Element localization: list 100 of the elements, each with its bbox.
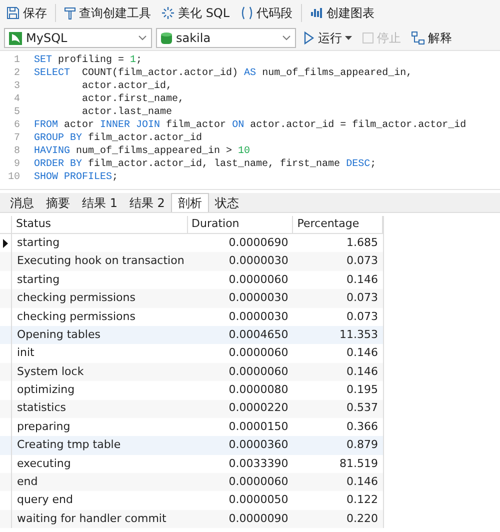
table-cell-text: System lock bbox=[16, 364, 85, 380]
table-cell-text: 0.146 bbox=[346, 272, 379, 288]
line-number: 4 bbox=[12, 93, 21, 106]
line-number: 6 bbox=[12, 119, 21, 132]
table-row[interactable]: waiting for handler commit 0.0000090 0.220 bbox=[0, 510, 383, 528]
table-row[interactable]: Opening tables 0.0004650 11.353 bbox=[0, 326, 383, 344]
table-cell-text: 0.220 bbox=[346, 510, 379, 527]
table-row[interactable]: System lock 0.0000060 0.146 bbox=[0, 362, 383, 382]
table-cell-text: 0.073 bbox=[346, 290, 379, 306]
code-line: actor.first_name, bbox=[81, 93, 184, 106]
table-cell-text: optimizing bbox=[16, 382, 76, 398]
column-header[interactable]: Status bbox=[12, 216, 188, 233]
table-cell-text: 0.195 bbox=[346, 382, 379, 398]
toolbar-button[interactable]: 代码段 bbox=[238, 2, 295, 24]
line-number: 7 bbox=[12, 132, 21, 145]
database-dropdown[interactable]: sakila bbox=[156, 28, 296, 48]
table-cell-text: end bbox=[16, 474, 39, 490]
code-line: actor.actor_id, bbox=[81, 80, 172, 93]
toolbar-button[interactable]: 创建图表 bbox=[308, 2, 377, 24]
code-line: actor.last_name bbox=[81, 106, 172, 119]
action-button[interactable]: 运行 bbox=[300, 28, 355, 48]
table-cell-text: 0.0000150 bbox=[228, 418, 290, 435]
save-icon bbox=[6, 6, 20, 20]
hammer-icon bbox=[64, 6, 76, 20]
table-cell-text: 0.0000090 bbox=[228, 510, 290, 527]
play-icon bbox=[303, 31, 315, 45]
code-line: FROM actor INNER JOIN film_actor ON actor.actor_id = film_actor.actor_id bbox=[34, 119, 466, 132]
table-cell-text: 0.0000030 bbox=[228, 308, 290, 324]
bar-chart-icon bbox=[310, 6, 324, 20]
table-cell-text: 0.146 bbox=[346, 474, 379, 490]
connection-value: MySQL bbox=[26, 30, 68, 47]
table-cell-text: 0.0004650 bbox=[228, 326, 290, 343]
table-cell-text: 0.073 bbox=[346, 253, 379, 270]
toolbar-button[interactable]: 查询创建工具 bbox=[62, 2, 153, 24]
database-value: sakila bbox=[176, 30, 212, 47]
column-header[interactable]: Duration bbox=[188, 216, 294, 233]
code-line: SHOW PROFILES; bbox=[34, 171, 118, 184]
code-editor[interactable] bbox=[0, 50, 500, 190]
table-cell-text: 0.073 bbox=[346, 308, 379, 324]
table-cell-text: 0.0033390 bbox=[228, 456, 290, 472]
table-cell-text: 0.0000690 bbox=[228, 234, 290, 251]
table-cell-text: preparing bbox=[16, 418, 72, 435]
table-cell-text: 0.146 bbox=[346, 364, 379, 380]
code-line: SELECT COUNT(film_actor.actor_id) AS num_of_films_appeared_in, bbox=[34, 67, 412, 80]
table-cell-text: 0.0000050 bbox=[228, 492, 290, 508]
table-cell-text: 0.0000360 bbox=[228, 437, 290, 454]
action-button[interactable]: 解释 bbox=[408, 28, 455, 48]
line-number: 1 bbox=[12, 54, 21, 67]
table-cell-text: checking permissions bbox=[16, 308, 136, 324]
table-cell-text: 0.122 bbox=[346, 492, 379, 508]
line-number: 8 bbox=[12, 145, 21, 158]
chevron-down-icon bbox=[282, 35, 291, 41]
dolphin-icon bbox=[9, 32, 22, 44]
table-row[interactable]: checking permissions 0.0000030 0.073 bbox=[0, 308, 383, 326]
table-cell-text: 0.366 bbox=[346, 418, 379, 435]
code-line: GROUP BY film_actor.actor_id bbox=[34, 132, 202, 145]
table-cell-text: 0.0000030 bbox=[228, 290, 290, 306]
table-row[interactable]: preparing 0.0000150 0.366 bbox=[0, 418, 383, 436]
table-cell-text: 1.685 bbox=[346, 234, 379, 251]
table-row[interactable]: executing 0.0033390 81.519 bbox=[0, 454, 383, 474]
stop-icon bbox=[362, 32, 374, 44]
table-cell-text: 0.0000080 bbox=[228, 382, 290, 398]
table-row[interactable]: starting 0.0000690 1.685 bbox=[0, 234, 383, 252]
table-cell-text: 0.0000060 bbox=[228, 474, 290, 490]
table-cell-text: init bbox=[16, 345, 36, 362]
database-icon bbox=[161, 32, 172, 44]
code-line: ORDER BY film_actor.actor_id, last_name, first_name DESC; bbox=[34, 158, 376, 171]
table-cell-text: starting bbox=[16, 272, 61, 288]
table-cell-text: 0.879 bbox=[346, 437, 379, 454]
sparkle-icon bbox=[161, 6, 175, 20]
table-row[interactable]: statistics 0.0000220 0.537 bbox=[0, 400, 383, 418]
table-row[interactable]: Creating tmp table 0.0000360 0.879 bbox=[0, 436, 383, 455]
result-tab[interactable]: 剖析 bbox=[170, 193, 209, 212]
table-cell-text: 0.0000060 bbox=[228, 345, 290, 362]
chevron-down-icon bbox=[138, 35, 147, 41]
toolbar-button[interactable]: 美化 SQL bbox=[159, 2, 232, 24]
table-cell-text: 0.0000030 bbox=[228, 253, 290, 270]
table-row[interactable]: Executing hook on transaction 0.0000030 0.073 bbox=[0, 252, 383, 271]
table-cell-text: 11.353 bbox=[338, 326, 379, 343]
line-number: 5 bbox=[12, 106, 21, 119]
table-cell-text: statistics bbox=[16, 400, 68, 416]
line-number: 2 bbox=[12, 67, 21, 80]
table-cell-text: 0.0000220 bbox=[228, 400, 290, 416]
line-number: 9 bbox=[12, 158, 21, 171]
connection-dropdown[interactable]: MySQL bbox=[4, 28, 152, 48]
table-cell-text: 0.0000060 bbox=[228, 364, 290, 380]
diagram-icon bbox=[411, 31, 425, 45]
code-line: SET profiling = 1; bbox=[34, 54, 142, 67]
table-cell-text: 0.146 bbox=[346, 345, 379, 362]
table-row[interactable]: checking permissions 0.0000030 0.073 bbox=[0, 289, 383, 308]
column-header[interactable]: Percentage bbox=[293, 216, 383, 233]
table-cell-text: executing bbox=[16, 456, 72, 472]
table-cell-text: Opening tables bbox=[16, 326, 102, 343]
table-cell-text: query end bbox=[16, 492, 74, 508]
table-cell-text: 81.519 bbox=[338, 456, 379, 472]
parentheses-icon bbox=[240, 6, 254, 20]
table-row[interactable]: end 0.0000060 0.146 bbox=[0, 473, 383, 492]
dropdown-arrow-icon bbox=[345, 36, 352, 40]
table-cell-text: Creating tmp table bbox=[16, 437, 122, 454]
toolbar-button[interactable]: 保存 bbox=[4, 2, 49, 24]
